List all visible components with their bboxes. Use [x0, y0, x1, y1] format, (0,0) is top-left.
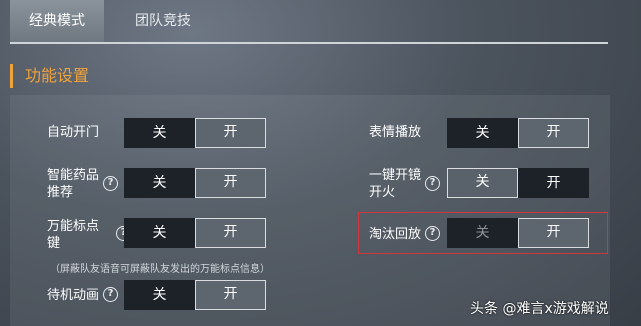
one-key-scope-fire-label-line1: 一键开镜	[369, 168, 422, 183]
universal-marker-on-button[interactable]: 开	[195, 218, 266, 248]
one-key-scope-fire-label-line2: 开火	[369, 185, 396, 200]
section-title: 功能设置	[10, 64, 89, 88]
auto-door-off-button[interactable]: 关	[124, 118, 195, 148]
idle-animation-off-button[interactable]: 关	[124, 280, 195, 310]
tab-classic-mode[interactable]: 经典模式	[10, 0, 104, 42]
mode-tab-bar: 经典模式 团队竞技	[10, 0, 608, 44]
auto-door-on-button[interactable]: 开	[195, 118, 266, 148]
universal-marker-toggle: 关 开	[124, 218, 266, 248]
universal-marker-off-button[interactable]: 关	[124, 218, 195, 248]
idle-animation-on-button[interactable]: 开	[195, 280, 266, 310]
smart-medicine-off-button[interactable]: 关	[124, 168, 195, 198]
idle-animation-label: 待机动画	[47, 288, 100, 303]
idle-animation-toggle: 关 开	[124, 280, 266, 310]
help-icon[interactable]: ?	[425, 226, 440, 241]
emote-playback-toggle: 关 开	[447, 118, 589, 148]
elimination-replay-toggle: 关 开	[447, 218, 589, 248]
emote-playback-on-button[interactable]: 开	[518, 118, 589, 148]
universal-marker-label-line2: 键	[47, 236, 61, 251]
elimination-replay-label: 淘汰回放	[369, 227, 422, 242]
emote-playback-off-button[interactable]: 关	[447, 118, 518, 148]
help-icon[interactable]: ?	[103, 176, 118, 191]
help-icon[interactable]: ?	[103, 287, 118, 302]
emote-playback-label: 表情播放	[369, 125, 422, 140]
tab-team-deathmatch[interactable]: 团队竞技	[118, 0, 208, 42]
smart-medicine-toggle: 关 开	[124, 168, 266, 198]
auto-door-toggle: 关 开	[124, 118, 266, 148]
universal-marker-note: （屏蔽队友语音可屏蔽队友发出的万能标点信息）	[50, 264, 270, 275]
elimination-replay-off-button[interactable]: 关	[447, 218, 518, 248]
watermark: 头条 @难言x游戏解说	[470, 301, 609, 317]
smart-medicine-label-line1: 智能药品	[47, 168, 100, 183]
elimination-replay-on-button[interactable]: 开	[518, 218, 589, 248]
smart-medicine-label: 智能药品 推荐	[47, 167, 99, 201]
one-key-scope-fire-off-button[interactable]: 关	[447, 168, 518, 198]
universal-marker-label-line1: 万能标点	[47, 219, 100, 234]
one-key-scope-fire-on-button[interactable]: 开	[518, 168, 589, 198]
universal-marker-label: 万能标点 键	[47, 218, 99, 252]
smart-medicine-label-line2: 推荐	[47, 185, 74, 200]
one-key-scope-fire-label: 一键开镜 开火	[369, 167, 421, 201]
one-key-scope-fire-toggle: 关 开	[447, 168, 589, 198]
auto-door-label: 自动开门	[47, 125, 100, 140]
smart-medicine-on-button[interactable]: 开	[195, 168, 266, 198]
help-icon[interactable]: ?	[425, 176, 440, 191]
